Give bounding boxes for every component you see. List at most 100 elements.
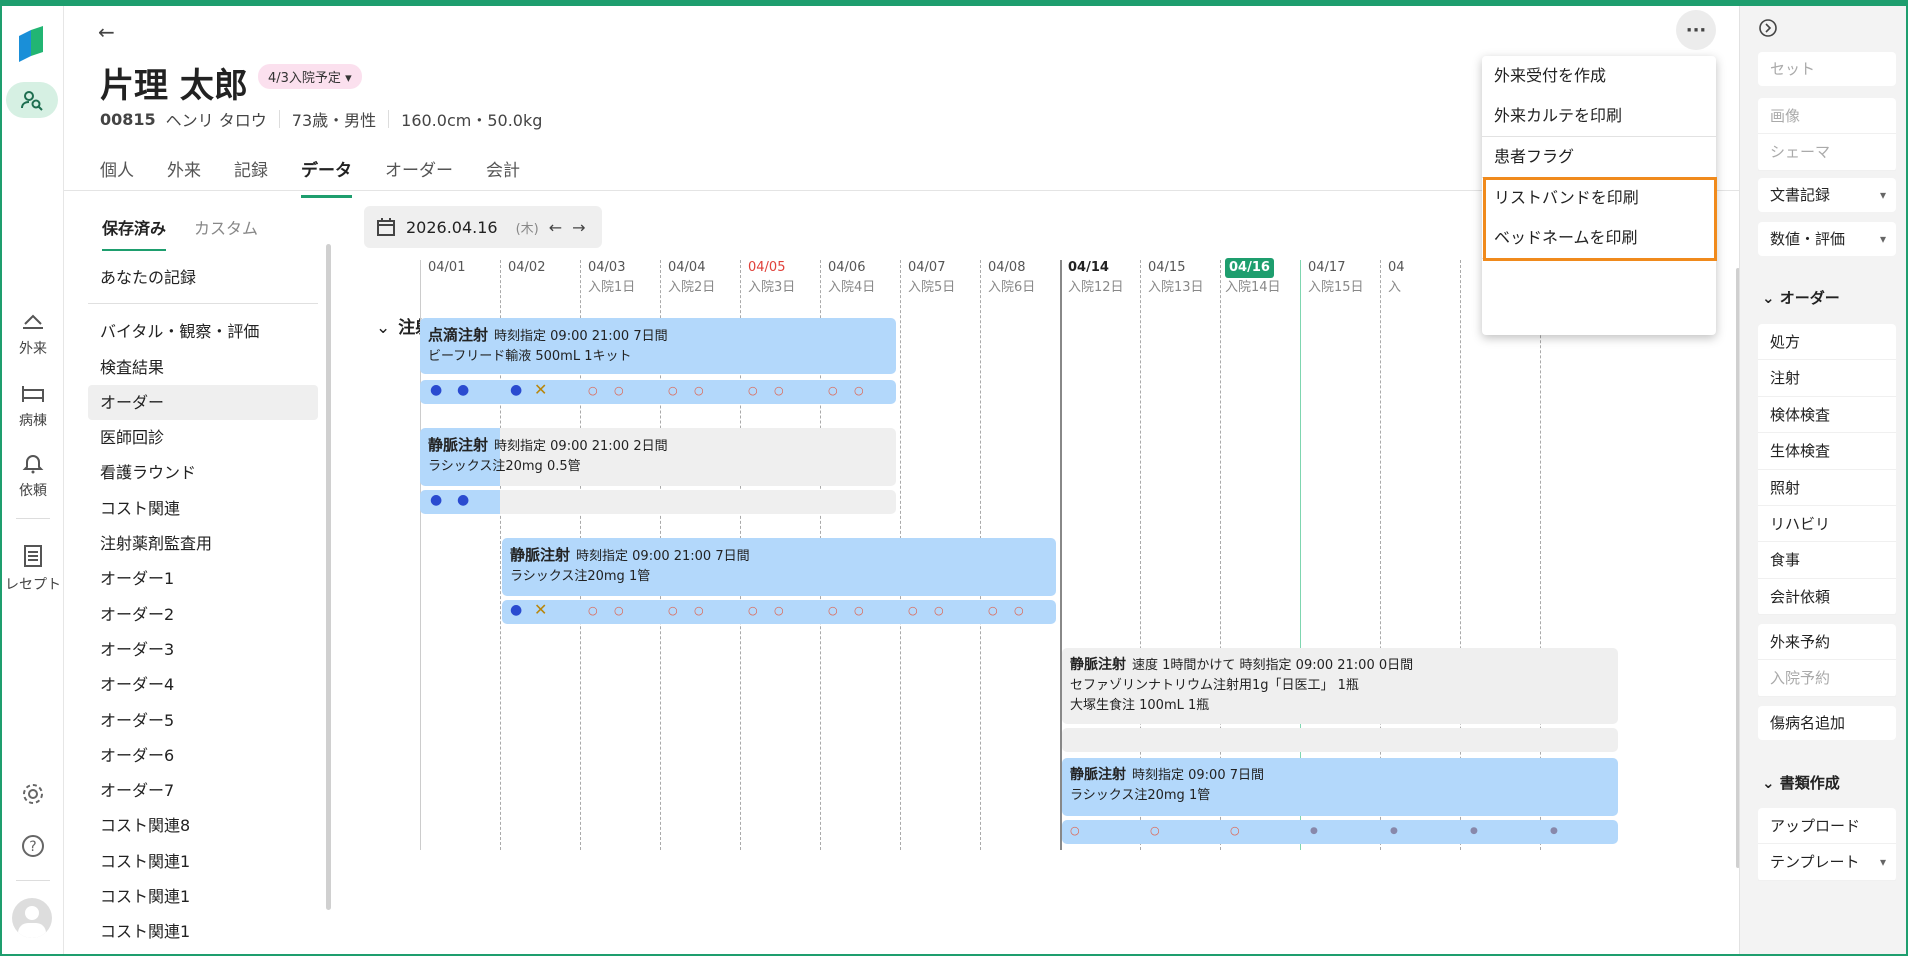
scheduled-marker[interactable]: ○ (668, 604, 678, 617)
list-item[interactable]: 看護ラウンド (88, 455, 318, 490)
list-item[interactable]: オーダー6 (88, 738, 318, 773)
order-prescription[interactable]: 処方 (1758, 324, 1896, 361)
cancel-marker[interactable]: ✕ (534, 600, 547, 619)
menu-item-patient-flag[interactable]: 患者フラグ (1482, 137, 1716, 177)
scheduled-marker[interactable]: ○ (1070, 824, 1080, 837)
list-item-selected[interactable]: オーダー (88, 384, 318, 421)
order-physiological-test[interactable]: 生体検査 (1758, 433, 1896, 470)
image-button[interactable]: 画像 (1758, 98, 1896, 135)
list-item[interactable]: オーダー4 (88, 667, 318, 702)
nav-reception[interactable]: 外来 (2, 312, 64, 358)
gear-icon[interactable] (21, 782, 45, 806)
doc-section-header[interactable]: ⌄ 書類作成 (1762, 772, 1840, 793)
order-administration-row[interactable]: ● ✕ ○ ○ ○ ○ ○ ○ ○ ○ ○ ○ ○ ○ (502, 600, 1056, 624)
done-marker[interactable]: ● (457, 382, 469, 398)
nav-receipt[interactable]: レセプト (2, 544, 64, 594)
upload-button[interactable]: アップロード (1758, 808, 1896, 845)
help-icon[interactable]: ? (21, 834, 45, 858)
list-item[interactable]: コスト関連 (88, 491, 318, 526)
tab-saved[interactable]: 保存済み (102, 215, 167, 251)
list-item-my-record[interactable]: あなたの記録 (88, 260, 318, 295)
scheduled-marker[interactable]: ○ (614, 384, 624, 397)
done-marker[interactable]: ● (457, 492, 469, 508)
menu-item-print-outpatient-chart[interactable]: 外来カルテを印刷 (1482, 96, 1716, 136)
template-button[interactable]: テンプレート (1758, 844, 1896, 881)
list-item[interactable]: 検査結果 (88, 350, 318, 385)
tab-outpatient[interactable]: 外来 (167, 156, 201, 198)
tab-accounting[interactable]: 会計 (486, 156, 520, 198)
list-item[interactable]: オーダー1 (88, 561, 318, 596)
order-administration-row[interactable]: ○ ○ ○ ● ● ● ● (1062, 820, 1618, 844)
list-scrollbar[interactable] (326, 244, 331, 910)
tab-personal[interactable]: 個人 (100, 156, 134, 198)
scheduled-marker[interactable]: ○ (828, 384, 838, 397)
value-eval-button[interactable]: 数値・評価 (1758, 222, 1896, 256)
list-item[interactable]: オーダー3 (88, 632, 318, 667)
order-billing[interactable]: 会計依頼 (1758, 579, 1896, 616)
avatar[interactable] (12, 898, 52, 938)
list-item[interactable]: 医師回診 (88, 420, 318, 455)
doc-record-button[interactable]: 文書記録 (1758, 178, 1896, 212)
back-arrow-icon[interactable]: ← (98, 20, 115, 44)
done-marker[interactable]: ● (510, 382, 522, 398)
scheduled-marker[interactable]: ○ (828, 604, 838, 617)
list-item[interactable]: コスト関連8 (88, 808, 318, 843)
list-item[interactable]: オーダー7 (88, 773, 318, 808)
set-button[interactable]: セット (1758, 52, 1896, 86)
scheduled-marker[interactable]: ○ (908, 604, 918, 617)
scheduled-marker[interactable]: ○ (588, 604, 598, 617)
order-administration-row[interactable]: ● ● (420, 490, 896, 514)
scheduled-marker[interactable]: ○ (854, 384, 864, 397)
collapse-panel-icon[interactable] (1758, 18, 1778, 38)
patient-search-icon[interactable] (6, 82, 58, 118)
admission-status-badge[interactable]: 4/3入院予定 ▾ (258, 64, 362, 89)
scheduled-marker[interactable]: ○ (694, 384, 704, 397)
order-section-header[interactable]: ⌄ オーダー (1762, 287, 1840, 308)
menu-item-create-outpatient[interactable]: 外来受付を作成 (1482, 56, 1716, 96)
tab-record[interactable]: 記録 (234, 156, 268, 198)
scheduled-marker[interactable]: ○ (854, 604, 864, 617)
cancel-marker[interactable]: ✕ (534, 380, 547, 399)
order-injection[interactable]: 注射 (1758, 360, 1896, 397)
list-item[interactable]: オーダー2 (88, 597, 318, 632)
list-item[interactable]: オーダー5 (88, 703, 318, 738)
tab-custom[interactable]: カスタム (194, 215, 258, 251)
scheduled-marker[interactable]: ○ (614, 604, 624, 617)
nav-ward[interactable]: 病棟 (2, 384, 64, 430)
list-item[interactable]: バイタル・観察・評価 (88, 314, 318, 349)
more-options-button[interactable]: ··· (1676, 10, 1716, 50)
order-bar[interactable]: 静脈注射 時刻指定 09:00 21:00 7日間 ラシックス注20mg 1管 (502, 538, 1056, 596)
order-bar[interactable]: 点滴注射 時刻指定 09:00 21:00 7日間 ビーフリード輸液 500mL … (420, 318, 896, 374)
prev-date-arrow-icon[interactable]: ← (549, 218, 562, 237)
order-administration-row[interactable] (1062, 728, 1618, 752)
current-date[interactable]: 2026.04.16 (406, 218, 498, 237)
order-rehab[interactable]: リハビリ (1758, 506, 1896, 543)
order-specimen-test[interactable]: 検体検査 (1758, 397, 1896, 434)
calendar-icon[interactable] (376, 217, 396, 237)
admission-reservation[interactable]: 入院予約 (1758, 660, 1896, 697)
scheduled-marker[interactable]: ○ (774, 384, 784, 397)
list-item[interactable]: 注射薬剤監査用 (88, 526, 318, 561)
order-bar[interactable]: 静脈注射 速度 1時間かけて 時刻指定 09:00 21:00 0日間 セファゾリ… (1062, 648, 1618, 724)
scheduled-marker[interactable]: ○ (668, 384, 678, 397)
done-marker[interactable]: ● (430, 492, 442, 508)
outpatient-reservation[interactable]: 外来予約 (1758, 624, 1896, 661)
order-meal[interactable]: 食事 (1758, 542, 1896, 579)
next-date-arrow-icon[interactable]: → (572, 218, 585, 237)
planned-marker[interactable]: ● (1470, 826, 1478, 836)
planned-marker[interactable]: ● (1390, 826, 1398, 836)
order-bar[interactable]: 静脈注射 時刻指定 09:00 7日間 ラシックス注20mg 1管 (1062, 758, 1618, 816)
scheduled-marker[interactable]: ○ (748, 384, 758, 397)
tab-order[interactable]: オーダー (385, 156, 453, 198)
list-item[interactable]: コスト関連1 (88, 879, 318, 914)
scheduled-marker[interactable]: ○ (748, 604, 758, 617)
order-administration-row[interactable]: ● ● ● ✕ ○ ○ ○ ○ ○ ○ ○ ○ (420, 380, 896, 404)
scheduled-marker[interactable]: ○ (988, 604, 998, 617)
scheduled-marker[interactable]: ○ (1150, 824, 1160, 837)
schema-button[interactable]: シェーマ (1758, 134, 1896, 171)
order-radiation[interactable]: 照射 (1758, 470, 1896, 506)
list-item[interactable]: コスト関連1 (88, 844, 318, 879)
scheduled-marker[interactable]: ○ (1014, 604, 1024, 617)
scheduled-marker[interactable]: ○ (588, 384, 598, 397)
scheduled-marker[interactable]: ○ (774, 604, 784, 617)
